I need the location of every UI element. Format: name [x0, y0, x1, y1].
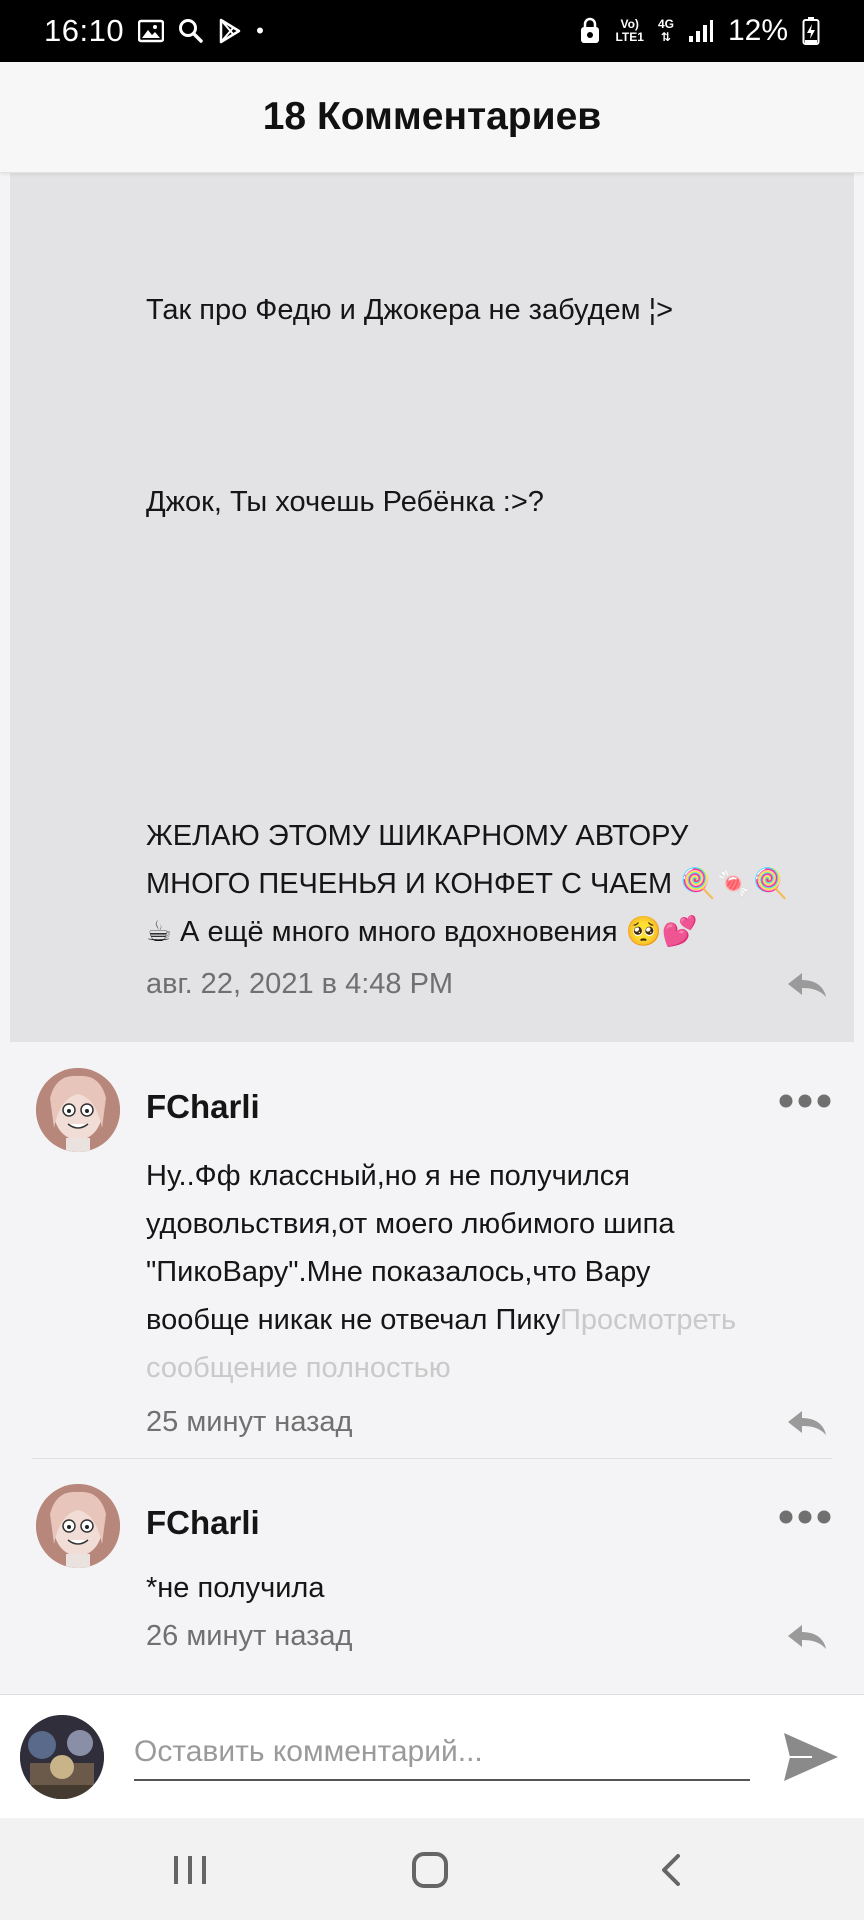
home-button[interactable] [410, 1850, 450, 1890]
data-gen: 4G ⇅ [657, 17, 674, 44]
battery-charging-icon [802, 16, 820, 46]
network-bottom-label: LTE1 [615, 30, 644, 44]
comment-timestamp: 25 минут назад [146, 1406, 353, 1438]
signal-icon [688, 19, 714, 43]
page-title: 18 Комментариев [262, 95, 602, 138]
comment-text-line: "ПикоВару".Мне показалось,что Вару [146, 1256, 651, 1288]
comment-text-line: удовольствия,от моего любимого шипа [146, 1208, 675, 1240]
comment-author[interactable]: FCharli [146, 1504, 260, 1542]
back-button[interactable] [652, 1850, 692, 1890]
comment-text-line: Ну..Фф классный,но я не получился [146, 1160, 631, 1192]
status-left: 16:10 • [44, 13, 264, 49]
comment-text-line: ☕ А ещё много много вдохновения 🥺💕 [146, 916, 698, 948]
comment-divider [32, 1458, 832, 1459]
comment-input[interactable] [134, 1725, 750, 1781]
play-store-icon [218, 18, 242, 44]
comment-input-bar [0, 1694, 864, 1819]
highlighted-comment: Так про Федю и Джокера не забудем ¦> Джо… [10, 172, 854, 1042]
avatar[interactable] [36, 1484, 120, 1568]
comment-text-line: вообще никак не отвечал ПикуПросмотреть [146, 1296, 736, 1344]
comment-text-line: ЖЕЛАЮ ЭТОМУ ШИКАРНОМУ АВТОРУ [146, 820, 689, 852]
comment-text-line: МНОГО ПЕЧЕНЬЯ И КОНФЕТ С ЧАЕМ 🍭🍬🍭 [146, 868, 789, 900]
reply-icon[interactable] [784, 970, 830, 1000]
header: 18 Комментариев [0, 62, 864, 173]
my-avatar [20, 1715, 104, 1799]
status-bar: 16:10 • Vo) LTE1 4G ⇅ 12% [0, 0, 864, 62]
recent-apps-button[interactable] [170, 1850, 210, 1890]
status-right: Vo) LTE1 4G ⇅ 12% [579, 14, 820, 48]
network-type: Vo) LTE1 [615, 18, 643, 44]
reply-icon[interactable] [784, 1622, 830, 1652]
comment-text-line: *не получила [146, 1572, 325, 1604]
send-button[interactable] [782, 1731, 840, 1783]
network-top-label: Vo) [620, 17, 639, 31]
avatar[interactable] [36, 1068, 120, 1152]
signal-gen-label: 4G [657, 17, 674, 31]
read-more-link[interactable]: Просмотреть [560, 1304, 736, 1336]
system-nav-bar [0, 1818, 864, 1920]
comment-text-line: Так про Федю и Джокера не забудем ¦> [146, 294, 674, 326]
read-more-link-continued[interactable]: сообщение полностью [146, 1344, 451, 1392]
comments-list[interactable]: Так про Федю и Джокера не забудем ¦> Джо… [10, 172, 854, 1684]
battery-percent: 12% [727, 14, 788, 47]
search-icon [178, 18, 204, 44]
comment-text-fragment: вообще никак не отвечал Пику [146, 1304, 561, 1336]
comment-item: FCharli Ну..Фф классный,но я не получилс… [10, 1042, 854, 1448]
screen: 16:10 • Vo) LTE1 4G ⇅ 12% 18 Комментарие… [0, 0, 864, 1920]
comment-author[interactable]: FCharli [146, 1088, 260, 1126]
more-options-icon[interactable] [778, 1508, 832, 1526]
comment-text-line: Джок, Ты хочешь Ребёнка :>? [146, 486, 544, 518]
reply-icon[interactable] [784, 1408, 830, 1438]
alarm-lock-icon [579, 17, 601, 45]
comment-timestamp: авг. 22, 2021 в 4:48 PM [146, 968, 454, 1000]
more-options-icon[interactable] [778, 1092, 832, 1110]
status-time: 16:10 [44, 13, 125, 48]
comment-item: FCharli *не получила 26 минут назад [10, 1460, 854, 1680]
comment-timestamp: 26 минут назад [146, 1620, 353, 1652]
gallery-icon [138, 19, 165, 43]
notification-dot: • [256, 18, 264, 43]
